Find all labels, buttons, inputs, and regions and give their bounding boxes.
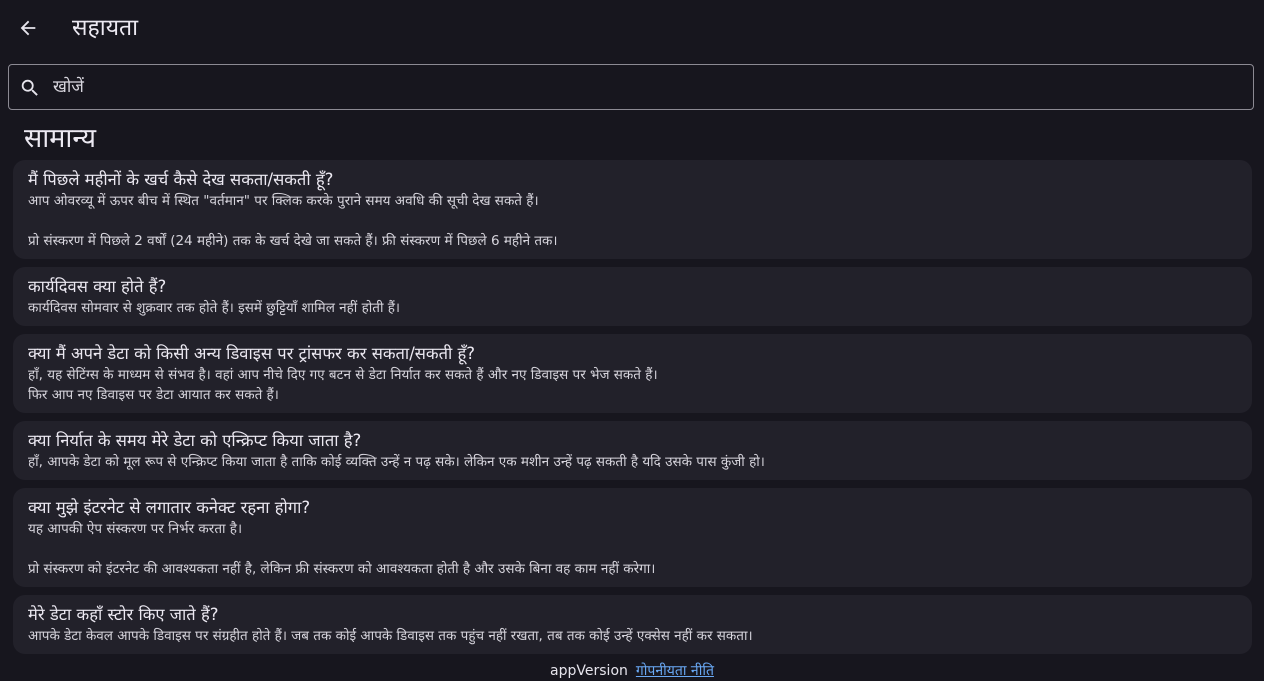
faq-question: क्या निर्यात के समय मेरे डेटा को एन्क्रि… [28,431,362,450]
page-title: सहायता [72,15,139,41]
faq-question: मैं पिछले महीनों के खर्च कैसे देख सकता/स… [28,170,334,189]
app-bar: सहायता [0,0,1264,58]
faq-answer: यह आपकी ऐप संस्करण पर निर्भर करता है। प्… [28,521,656,577]
faq-card[interactable]: क्या निर्यात के समय मेरे डेटा को एन्क्रि… [13,421,1252,480]
arrow-back-icon [20,20,36,36]
faq-card[interactable]: कार्यदिवस क्या होते हैं? कार्यदिवस सोमवा… [13,267,1252,326]
app-version-label: appVersion [550,662,628,679]
faq-question: क्या मैं अपने डेटा को किसी अन्य डिवाइस प… [28,344,476,363]
faq-question: कार्यदिवस क्या होते हैं? [28,277,167,296]
faq-list[interactable]: मैं पिछले महीनों के खर्च कैसे देख सकता/स… [13,160,1252,660]
footer: appVersion गोपनीयता नीति [0,660,1264,681]
faq-answer: हाँ, यह सेटिंग्स के माध्यम से संभव है। व… [28,367,658,403]
faq-answer: आप ओवरव्यू में ऊपर बीच में स्थित "वर्तमा… [28,193,558,249]
faq-question: क्या मुझे इंटरनेट से लगातार कनेक्ट रहना … [28,498,311,517]
faq-question: मेरे डेटा कहाँ स्टोर किए जाते हैं? [28,605,219,624]
privacy-policy-link[interactable]: गोपनीयता नीति [636,661,714,680]
faq-card[interactable]: क्या मुझे इंटरनेट से लगातार कनेक्ट रहना … [13,488,1252,587]
faq-card[interactable]: मैं पिछले महीनों के खर्च कैसे देख सकता/स… [13,160,1252,259]
faq-answer: आपके डेटा केवल आपके डिवाइस पर संग्रहीत ह… [28,628,753,644]
section-heading: सामान्य [24,123,97,154]
search-icon [21,79,38,96]
faq-answer: कार्यदिवस सोमवार से शुक्रवार तक होते हैं… [28,300,401,316]
faq-card[interactable]: क्या मैं अपने डेटा को किसी अन्य डिवाइस प… [13,334,1252,413]
search-input[interactable] [53,65,1233,109]
search-box[interactable] [8,64,1254,110]
back-button[interactable] [14,14,42,42]
faq-card[interactable]: मेरे डेटा कहाँ स्टोर किए जाते हैं? आपके … [13,595,1252,654]
faq-answer: हाँ, आपके डेटा को मूल रूप से एन्क्रिप्ट … [28,454,765,470]
